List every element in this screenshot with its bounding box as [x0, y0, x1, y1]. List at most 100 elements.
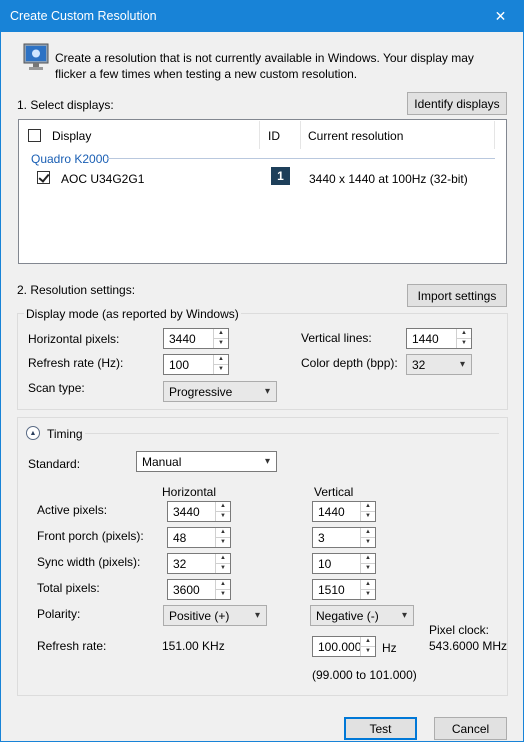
chevron-down-icon[interactable]: ▾	[402, 610, 407, 621]
column-separator	[300, 121, 301, 149]
sync-width-label: Sync width (pixels):	[37, 555, 141, 569]
chevron-down-icon[interactable]: ▾	[460, 359, 465, 370]
collapse-timing-icon[interactable]: ▲	[26, 426, 40, 440]
chevron-down-icon[interactable]: ▾	[255, 610, 260, 621]
front-porch-v-value[interactable]: 3	[318, 531, 325, 545]
refresh-rate-value[interactable]: 100	[169, 358, 189, 372]
gpu-group-label: Quadro K2000	[31, 152, 110, 166]
spinner-arrows[interactable]: ▲ ▼	[215, 502, 230, 521]
front-porch-h-value[interactable]: 48	[173, 531, 186, 545]
total-pixels-label: Total pixels:	[37, 581, 100, 595]
pixel-clock-label: Pixel clock:	[429, 623, 490, 637]
display-list[interactable]: Display ID Current resolution Quadro K20…	[18, 119, 507, 264]
create-custom-resolution-dialog: Create Custom Resolution ✕ Create a reso…	[0, 0, 524, 742]
pixel-clock-value: 543.6000 MHz	[429, 639, 508, 653]
standard-select[interactable]: Manual ▾	[136, 451, 277, 472]
refresh-unit: Hz	[382, 641, 397, 655]
color-depth-select[interactable]: 32 ▾	[406, 354, 472, 375]
standard-value[interactable]: Manual	[142, 455, 181, 469]
select-displays-label: 1. Select displays:	[17, 98, 114, 112]
front-porch-v-spinner[interactable]: 3 ▲ ▼	[312, 527, 376, 548]
polarity-v-value[interactable]: Negative (-)	[316, 609, 379, 623]
color-depth-value[interactable]: 32	[412, 358, 425, 372]
import-settings-button[interactable]: Import settings	[407, 284, 507, 307]
front-porch-h-spinner[interactable]: 48 ▲ ▼	[167, 527, 231, 548]
polarity-label: Polarity:	[37, 607, 81, 621]
total-pixels-h-value[interactable]: 3600	[173, 583, 200, 597]
chevron-down-icon[interactable]: ▾	[265, 386, 270, 397]
spinner-arrows[interactable]: ▲ ▼	[360, 554, 375, 573]
monitor-icon	[23, 43, 49, 71]
display-id-badge: 1	[271, 167, 290, 185]
standard-label: Standard:	[28, 457, 81, 471]
spinner-arrows[interactable]: ▲ ▼	[215, 554, 230, 573]
spinner-arrows[interactable]: ▲ ▼	[360, 637, 375, 656]
sync-width-v-spinner[interactable]: 10 ▲ ▼	[312, 553, 376, 574]
spinner-arrows[interactable]: ▲ ▼	[213, 355, 228, 374]
polarity-v-select[interactable]: Negative (-) ▾	[310, 605, 414, 626]
scan-type-label: Scan type:	[28, 381, 85, 395]
display-name[interactable]: AOC U34G2G1	[61, 172, 144, 186]
vertical-lines-value[interactable]: 1440	[412, 332, 439, 346]
active-pixels-h-spinner[interactable]: 3440 ▲ ▼	[167, 501, 231, 522]
resolution-settings-label: 2. Resolution settings:	[17, 283, 136, 297]
vertical-refresh-value[interactable]: 100.000	[318, 640, 361, 654]
horizontal-refresh-value: 151.00 KHz	[162, 639, 225, 653]
sync-width-h-value[interactable]: 32	[173, 557, 186, 571]
gpu-group-divider	[107, 158, 495, 159]
test-button[interactable]: Test	[344, 717, 417, 740]
column-id[interactable]: ID	[268, 129, 280, 143]
sync-width-h-spinner[interactable]: 32 ▲ ▼	[167, 553, 231, 574]
scan-type-select[interactable]: Progressive ▾	[163, 381, 277, 402]
display-mode-legend: Display mode (as reported by Windows)	[24, 307, 241, 321]
horizontal-pixels-label: Horizontal pixels:	[28, 332, 120, 346]
spinner-arrows[interactable]: ▲ ▼	[360, 502, 375, 521]
column-separator	[259, 121, 260, 149]
timing-divider	[85, 433, 499, 434]
window-title: Create Custom Resolution	[10, 9, 157, 23]
vertical-lines-label: Vertical lines:	[301, 331, 372, 345]
polarity-h-select[interactable]: Positive (+) ▾	[163, 605, 267, 626]
spinner-arrows[interactable]: ▲ ▼	[215, 580, 230, 599]
column-display[interactable]: Display	[52, 129, 91, 143]
active-pixels-v-spinner[interactable]: 1440 ▲ ▼	[312, 501, 376, 522]
active-pixels-v-value[interactable]: 1440	[318, 505, 345, 519]
total-pixels-v-spinner[interactable]: 1510 ▲ ▼	[312, 579, 376, 600]
spinner-arrows[interactable]: ▲ ▼	[360, 580, 375, 599]
select-all-checkbox[interactable]	[28, 129, 41, 142]
vertical-lines-spinner[interactable]: 1440 ▲ ▼	[406, 328, 472, 349]
horizontal-pixels-spinner[interactable]: 3440 ▲ ▼	[163, 328, 229, 349]
display-resolution: 3440 x 1440 at 100Hz (32-bit)	[309, 172, 468, 186]
refresh-rate-label: Refresh rate (Hz):	[28, 356, 124, 370]
timing-legend[interactable]: Timing	[47, 427, 83, 441]
intro-text: Create a resolution that is not currentl…	[55, 51, 474, 81]
title-bar[interactable]: Create Custom Resolution ✕	[1, 1, 523, 32]
refresh-rate-spinner[interactable]: 100 ▲ ▼	[163, 354, 229, 375]
horizontal-pixels-value[interactable]: 3440	[169, 332, 196, 346]
spinner-arrows[interactable]: ▲ ▼	[456, 329, 471, 348]
color-depth-label: Color depth (bpp):	[301, 356, 398, 370]
cancel-button[interactable]: Cancel	[434, 717, 507, 740]
spinner-arrows[interactable]: ▲ ▼	[360, 528, 375, 547]
active-pixels-label: Active pixels:	[37, 503, 108, 517]
spinner-arrows[interactable]: ▲ ▼	[215, 528, 230, 547]
vertical-refresh-spinner[interactable]: 100.000 ▲ ▼	[312, 636, 376, 657]
spinner-arrows[interactable]: ▲ ▼	[213, 329, 228, 348]
horizontal-header: Horizontal	[162, 485, 217, 499]
refresh-range: (99.000 to 101.000)	[312, 668, 417, 682]
total-pixels-v-value[interactable]: 1510	[318, 583, 345, 597]
column-current-resolution[interactable]: Current resolution	[308, 129, 403, 143]
close-icon[interactable]: ✕	[478, 1, 523, 32]
total-pixels-h-spinner[interactable]: 3600 ▲ ▼	[167, 579, 231, 600]
active-pixels-h-value[interactable]: 3440	[173, 505, 200, 519]
sync-width-v-value[interactable]: 10	[318, 557, 331, 571]
identify-displays-button[interactable]: Identify displays	[407, 92, 507, 115]
timing-refresh-rate-label: Refresh rate:	[37, 639, 107, 653]
scan-type-value[interactable]: Progressive	[169, 385, 232, 399]
polarity-h-value[interactable]: Positive (+)	[169, 609, 229, 623]
front-porch-label: Front porch (pixels):	[37, 529, 144, 543]
column-separator	[494, 121, 495, 149]
vertical-header: Vertical	[314, 485, 354, 499]
display-checkbox[interactable]	[37, 171, 50, 184]
chevron-down-icon[interactable]: ▾	[265, 456, 270, 467]
